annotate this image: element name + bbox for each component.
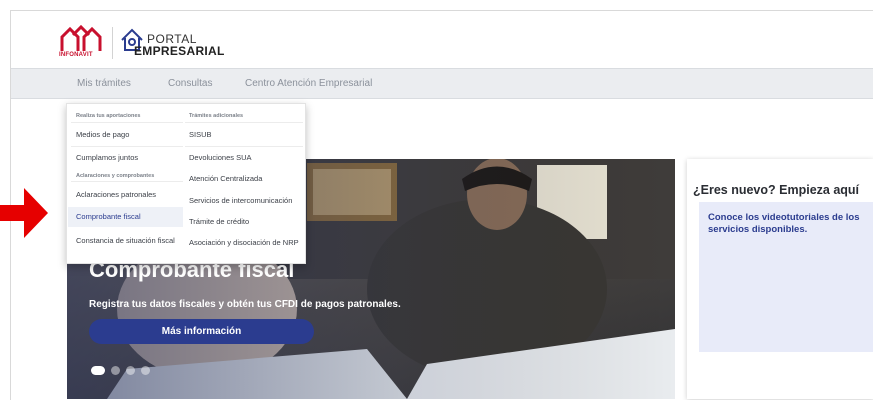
nav-centro-atencion[interactable]: Centro Atención Empresarial [245,78,372,89]
menu-item-servicios-intercomunicacion[interactable]: Servicios de intercomunicación [189,196,292,205]
divider [71,122,183,123]
mis-tramites-dropdown: Realiza tus aportaciones Medios de pago … [66,103,306,264]
more-info-button[interactable]: Más información [89,319,314,344]
carousel-dot-4[interactable] [141,366,150,375]
dropdown-header-aportaciones: Realiza tus aportaciones [76,113,141,119]
new-user-card: ¿Eres nuevo? Empieza aquí Conoce los vid… [687,159,873,399]
divider [71,181,183,182]
menu-item-asociacion-disociacion-nrp[interactable]: Asociación y disociación de NRP [189,238,299,247]
infonavit-logo[interactable]: INFONAVIT [59,25,103,61]
divider [185,146,303,147]
menu-item-atencion-centralizada[interactable]: Atención Centralizada [189,174,262,183]
divider [185,122,303,123]
portal-title-line2: EMPRESARIAL [134,44,225,58]
menu-item-tramite-de-credito[interactable]: Trámite de crédito [189,217,249,226]
infonavit-houses-icon [60,25,102,51]
menu-item-medios-de-pago[interactable]: Medios de pago [76,130,129,139]
carousel-dot-1[interactable] [91,366,105,375]
browser-viewport: INFONAVIT PORTAL EMPRESARIAL Mis trámite… [10,10,873,400]
card-text[interactable]: Conoce los videotutoriales de los servic… [708,212,873,236]
divider [71,146,183,147]
red-arrow-pointer [0,188,48,238]
nav-consultas[interactable]: Consultas [168,78,212,89]
menu-item-comprobante-fiscal[interactable]: Comprobante fiscal [68,207,183,227]
menu-item-aclaraciones-patronales[interactable]: Aclaraciones patronales [76,190,156,199]
card-info-box[interactable]: Conoce los videotutoriales de los servic… [699,202,873,352]
carousel-dot-2[interactable] [111,366,120,375]
carousel-dot-3[interactable] [126,366,135,375]
dropdown-header-tramites-adicionales: Trámites adicionales [189,113,244,119]
dropdown-header-aclaraciones: Aclaraciones y comprobantes [76,173,155,179]
menu-item-cumplamos-juntos[interactable]: Cumplamos juntos [76,153,138,162]
site-header: INFONAVIT PORTAL EMPRESARIAL [11,11,873,69]
nav-mis-tramites[interactable]: Mis trámites [77,78,131,89]
banner-subtitle: Registra tus datos fiscales y obtén tus … [89,299,401,310]
menu-item-devoluciones-sua[interactable]: Devoluciones SUA [189,153,252,162]
card-title: ¿Eres nuevo? Empieza aquí [693,183,860,197]
logo-divider [112,27,113,59]
menu-item-constancia-situacion-fiscal[interactable]: Constancia de situación fiscal [76,236,175,245]
infonavit-logo-text: INFONAVIT [59,52,93,58]
menu-item-sisub[interactable]: SISUB [189,130,212,139]
main-nav: Mis trámites Consultas Centro Atención E… [11,68,873,99]
